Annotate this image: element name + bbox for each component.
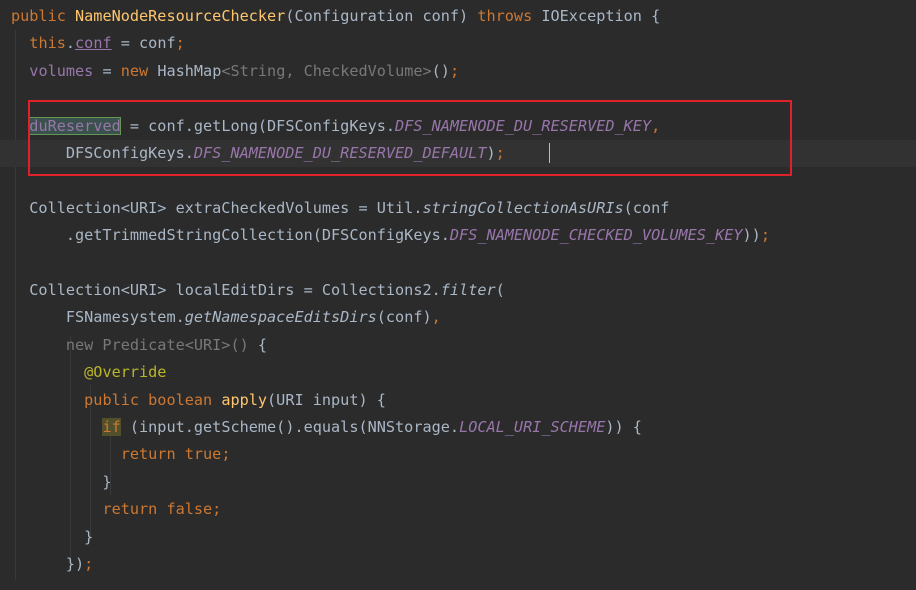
text-caret bbox=[549, 143, 550, 163]
code-line[interactable]: volumes = new HashMap<String, CheckedVol… bbox=[0, 58, 916, 85]
code-line[interactable]: return false; bbox=[0, 496, 916, 523]
code-token: return true; bbox=[120, 445, 231, 464]
code-line[interactable]: @Override bbox=[0, 359, 916, 386]
code-token: throws bbox=[477, 7, 542, 25]
code-line[interactable]: } bbox=[0, 469, 916, 496]
code-token: (conf bbox=[623, 198, 670, 217]
code-token: public bbox=[11, 7, 76, 25]
code-token: }) bbox=[11, 555, 85, 573]
code-token: DFS_NAMENODE_CHECKED_VOLUMES_KEY bbox=[449, 226, 743, 245]
code-token: apply bbox=[221, 390, 268, 409]
code-token: if bbox=[102, 418, 121, 436]
code-token: (URI input) { bbox=[267, 390, 386, 409]
code-token: (Configuration conf) bbox=[285, 7, 478, 25]
code-token: this bbox=[29, 34, 66, 53]
code-token: (input.getScheme().equals(NNStorage. bbox=[120, 418, 460, 436]
code-token: new Predicate<URI>() bbox=[11, 335, 258, 354]
code-token: volumes bbox=[29, 61, 94, 80]
code-token: , bbox=[431, 308, 441, 327]
code-token: ( bbox=[495, 281, 505, 299]
code-token: } bbox=[11, 472, 112, 491]
highlight-annotation-box bbox=[28, 100, 792, 176]
code-token: (conf) bbox=[376, 308, 432, 327]
code-line[interactable]: .getTrimmedStringCollection(DFSConfigKey… bbox=[0, 222, 916, 249]
code-token: () bbox=[431, 61, 450, 80]
code-token: . bbox=[65, 34, 76, 53]
code-line[interactable]: FSNamesystem.getNamespaceEditsDirs(conf)… bbox=[0, 304, 916, 331]
code-token: { bbox=[257, 335, 268, 354]
code-token: } bbox=[11, 527, 94, 546]
code-line[interactable]: public boolean apply(URI input) { bbox=[0, 387, 916, 414]
code-token: NameNodeResourceChecker bbox=[75, 7, 286, 25]
code-token: Collection<URI> localEditDirs = Collecti… bbox=[11, 281, 441, 299]
code-token: .getTrimmedStringCollection(DFSConfigKey… bbox=[11, 226, 450, 245]
code-token: ; bbox=[760, 226, 770, 245]
code-token: filter bbox=[440, 281, 496, 299]
code-line[interactable]: Collection<URI> localEditDirs = Collecti… bbox=[0, 277, 916, 304]
code-token: ; bbox=[449, 61, 460, 80]
code-token: stringCollectionAsURIs bbox=[422, 198, 624, 217]
code-line[interactable]: }); bbox=[0, 551, 916, 578]
code-token: = conf bbox=[111, 34, 176, 53]
code-line[interactable]: } bbox=[0, 524, 916, 551]
code-token: conf bbox=[75, 34, 112, 53]
code-token: @Override bbox=[84, 363, 167, 382]
code-token: = bbox=[93, 61, 121, 80]
code-token: LOCAL_URI_SCHEME bbox=[459, 418, 606, 436]
code-line[interactable]: this.conf = conf; bbox=[0, 30, 916, 57]
code-token: return false; bbox=[102, 500, 222, 519]
code-token: IOException { bbox=[541, 7, 661, 25]
code-token: ; bbox=[175, 34, 185, 53]
code-line[interactable]: if (input.getScheme().equals(NNStorage.L… bbox=[0, 414, 916, 441]
code-token: )) { bbox=[605, 418, 642, 436]
code-token: ; bbox=[84, 555, 94, 573]
code-line[interactable]: public NameNodeResourceChecker(Configura… bbox=[0, 3, 916, 30]
code-token: new bbox=[120, 61, 158, 80]
code-token: FSNamesystem. bbox=[11, 308, 185, 327]
code-token: HashMap bbox=[157, 61, 222, 80]
code-token: getNamespaceEditsDirs bbox=[184, 308, 377, 327]
code-token: Collection<URI> extraCheckedVolumes = Ut… bbox=[11, 198, 423, 217]
code-token: <String, CheckedVolume> bbox=[221, 61, 432, 80]
code-line[interactable] bbox=[0, 250, 916, 277]
code-editor[interactable]: public NameNodeResourceChecker(Configura… bbox=[0, 0, 916, 590]
code-token: )) bbox=[742, 226, 761, 245]
code-token: public boolean bbox=[84, 390, 222, 409]
code-line[interactable]: Collection<URI> extraCheckedVolumes = Ut… bbox=[0, 195, 916, 222]
code-line[interactable]: new Predicate<URI>() { bbox=[0, 332, 916, 359]
code-line[interactable]: return true; bbox=[0, 441, 916, 468]
